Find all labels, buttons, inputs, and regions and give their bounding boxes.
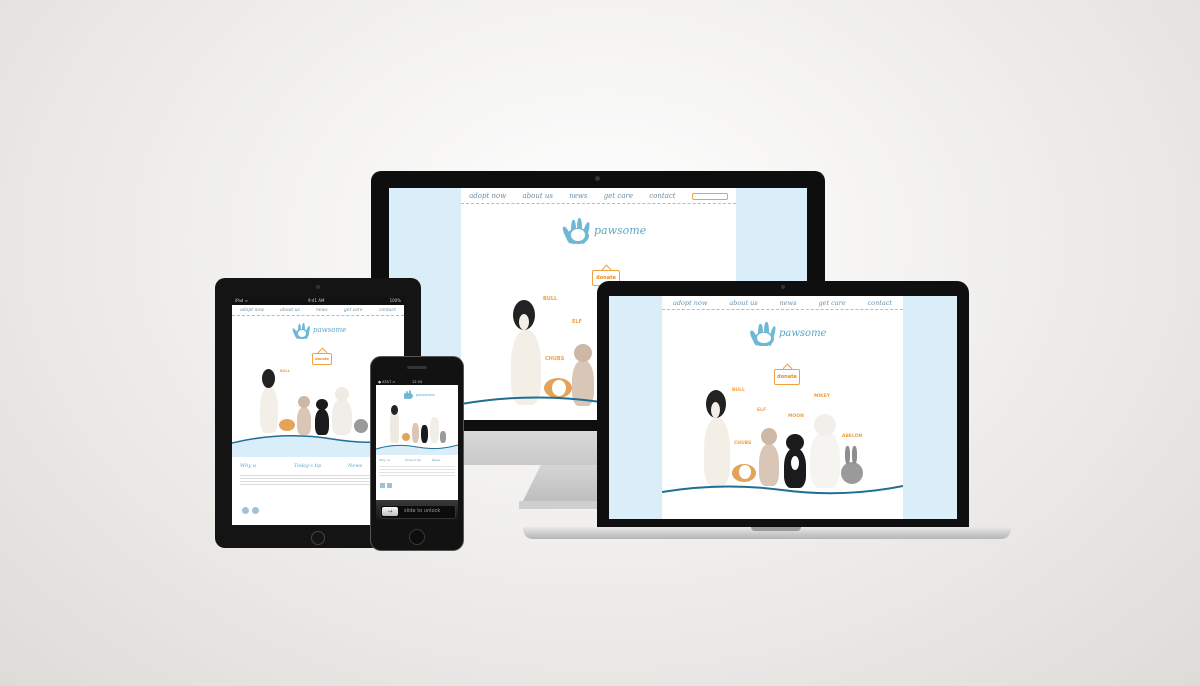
social-icons[interactable] (380, 483, 394, 489)
ipad-status-right: 100% (389, 298, 401, 303)
pet-label-mikey: MIKEY (814, 394, 830, 399)
imac-nav: adopt now about us news get care contact (461, 188, 736, 204)
nav-news[interactable]: news (316, 308, 328, 313)
iphone-status-bar: ● AT&T ≈ 12:34 (376, 379, 458, 385)
great-dane-photo (700, 382, 734, 488)
section-todays-tip: Today's tip (405, 458, 421, 462)
nav-adopt-now[interactable]: adopt now (469, 192, 506, 200)
pets-photo (386, 405, 448, 445)
pet-label-moon: MOON (788, 414, 804, 419)
iphone-speaker (407, 366, 427, 369)
nav-about-us[interactable]: about us (522, 192, 553, 200)
social-icon[interactable] (242, 507, 249, 514)
sphynx-cat-photo (756, 422, 782, 486)
samoyed-photo (808, 408, 842, 488)
brand-name: pawsome (594, 223, 647, 237)
nav-about-us[interactable]: about us (280, 308, 300, 313)
imac-logo[interactable]: pawsome (561, 216, 647, 245)
nav-get-care[interactable]: get care (604, 192, 633, 200)
section-todays-tip: Today's tip (294, 463, 322, 469)
nav-get-care[interactable]: get care (818, 299, 845, 307)
ipad-logo[interactable]: pawsome (291, 321, 347, 340)
ipad-home-button[interactable] (311, 531, 325, 545)
iphone-wave (376, 444, 458, 455)
pet-label-bull: BULL (280, 369, 290, 373)
nav-news[interactable]: news (780, 299, 797, 307)
ipad-status-left: iPad ≈ (235, 298, 248, 303)
nav-contact[interactable]: contact (868, 299, 892, 307)
slide-to-unlock-label: slide to unlock (404, 508, 441, 514)
section-text-lines (379, 464, 455, 478)
section-news: News (348, 463, 363, 469)
iphone-screen: ● AT&T ≈ 12:34 pawsome Why us Today's ti… (376, 379, 458, 522)
macbook-nav: adopt now about us news get care contact (662, 296, 903, 310)
nav-contact[interactable]: contact (379, 308, 396, 313)
donate-button[interactable]: donate (312, 353, 332, 365)
social-icon[interactable] (252, 507, 259, 514)
paw-hand-icon (404, 389, 413, 399)
section-news: News (432, 458, 441, 462)
nav-divider (461, 203, 736, 204)
nav-divider (232, 315, 404, 316)
rabbit-photo (840, 446, 864, 484)
nav-contact[interactable]: contact (649, 192, 675, 200)
slider-knob[interactable]: → (382, 507, 398, 516)
nav-about-us[interactable]: about us (729, 299, 757, 307)
iphone-logo[interactable]: pawsome (404, 389, 435, 399)
brand-name: pawsome (313, 326, 347, 334)
section-why-us: Why us (379, 458, 391, 462)
nav-adopt-now[interactable]: adopt now (240, 308, 264, 313)
imac-camera (595, 176, 600, 181)
macbook-site-page: adopt now about us news get care contact… (662, 296, 903, 519)
great-dane-photo (258, 363, 280, 435)
paw-hand-icon (748, 320, 777, 347)
macbook-device: adopt now about us news get care contact… (523, 281, 1011, 544)
slide-to-unlock-bar[interactable]: → slide to unlock (376, 500, 458, 522)
paw-hand-icon (291, 321, 311, 340)
macbook-camera (781, 285, 785, 289)
pet-label-elf: ELF (757, 408, 767, 413)
iphone-carrier: ● AT&T ≈ (378, 380, 396, 384)
social-icon[interactable] (387, 483, 392, 488)
guinea-pig-photo (732, 460, 756, 482)
macbook-wave (662, 485, 903, 495)
donate-button[interactable]: donate (774, 369, 800, 385)
nav-adopt-now[interactable]: adopt now (673, 299, 707, 307)
pet-label-abelon: ABELON (842, 434, 863, 439)
search-box[interactable] (691, 192, 728, 200)
macbook-notch (751, 527, 801, 531)
ipad-nav: adopt now about us news get care contact (232, 305, 404, 316)
macbook-logo[interactable]: pawsome (748, 320, 827, 347)
paw-hand-icon (561, 216, 591, 245)
ipad-camera (316, 285, 320, 289)
iphone-time: 12:34 (412, 380, 423, 384)
ipad-status-bar: iPad ≈ 9:41 AM 100% (232, 297, 404, 305)
iphone-sections: Why us Today's tip News (376, 455, 458, 495)
brand-name: pawsome (779, 327, 827, 339)
section-why-us: Why u (240, 463, 256, 469)
macbook-screen: adopt now about us news get care contact… (609, 296, 957, 519)
social-icons[interactable] (242, 507, 262, 514)
pet-label-chubs: CHUBS (734, 441, 752, 446)
iphone-home-button[interactable] (409, 529, 425, 545)
brand-name: pawsome (416, 391, 435, 397)
nav-divider (662, 309, 903, 310)
nav-news[interactable]: news (569, 192, 587, 200)
iphone-device: ● AT&T ≈ 12:34 pawsome Why us Today's ti… (370, 356, 464, 551)
ipad-status-time: 9:41 AM (308, 298, 325, 303)
social-icon[interactable] (380, 483, 385, 488)
nav-get-care[interactable]: get care (344, 308, 363, 313)
